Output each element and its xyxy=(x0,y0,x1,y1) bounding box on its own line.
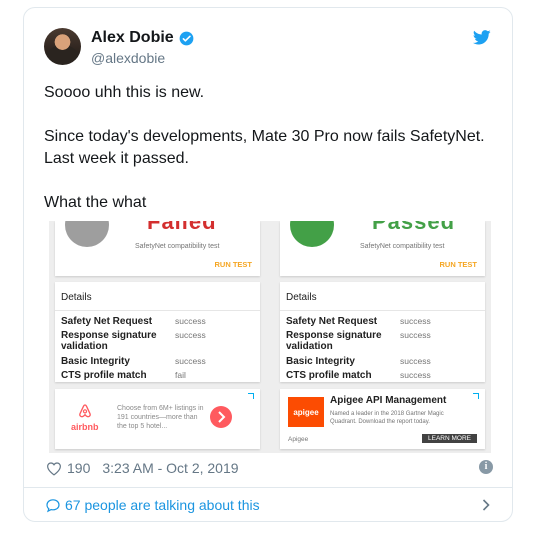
details-title: Details xyxy=(286,292,317,303)
detail-value: success xyxy=(175,356,206,366)
like-count[interactable]: 190 xyxy=(67,460,90,476)
compat-label: SafetyNet compatibility test xyxy=(135,243,220,250)
verified-icon xyxy=(179,31,194,45)
detail-label: CTS profile match xyxy=(61,370,147,381)
tweet-card: Alex Dobie @alexdobie Soooo uhh this is … xyxy=(23,7,513,522)
run-test-button[interactable]: RUN TEST xyxy=(440,260,478,269)
detail-label: Response signature validation xyxy=(61,330,157,352)
ad-card[interactable]: airbnb Choose from 6M+ listings in 191 c… xyxy=(55,389,260,449)
run-test-button[interactable]: RUN TEST xyxy=(215,260,253,269)
chevron-right-icon[interactable] xyxy=(482,499,490,511)
status-text: Failed xyxy=(147,221,217,234)
detail-value: success xyxy=(400,330,431,340)
tweet-line-3: Last week it passed. xyxy=(44,150,189,167)
adchoices-icon[interactable] xyxy=(248,393,254,399)
detail-value: success xyxy=(400,356,431,366)
status-text: Passed xyxy=(372,221,456,234)
tweet-media[interactable]: Failed SafetyNet compatibility test RUN … xyxy=(49,221,491,453)
airbnb-brand: airbnb xyxy=(71,422,99,432)
detail-label: Basic Integrity xyxy=(61,356,130,367)
author-name[interactable]: Alex Dobie xyxy=(91,29,174,47)
detail-label: Safety Net Request xyxy=(286,316,378,327)
detail-value: fail xyxy=(175,370,186,380)
tweet-line-1: Soooo uhh this is new. xyxy=(44,84,205,101)
info-icon[interactable]: i xyxy=(479,460,493,474)
status-card: Passed SafetyNet compatibility test RUN … xyxy=(280,221,485,276)
detail-value: success xyxy=(400,370,431,380)
comment-bubble-icon xyxy=(46,498,60,512)
learn-more-button[interactable]: LEARN MORE xyxy=(422,434,477,443)
ad-title: Apigee API Management xyxy=(330,395,447,406)
detail-label: Safety Net Request xyxy=(61,316,153,327)
ad-text: Named a leader in the 2018 Gartner Magic… xyxy=(330,411,444,425)
ad-source: Apigee xyxy=(288,436,309,443)
detail-value: success xyxy=(400,316,431,326)
heart-icon[interactable] xyxy=(46,461,62,476)
conversation-text[interactable]: 67 people are talking about this xyxy=(65,497,260,513)
ad-arrow-button[interactable] xyxy=(210,406,232,428)
author-name-row[interactable]: Alex Dobie xyxy=(91,29,194,47)
detail-label: Basic Integrity xyxy=(286,356,355,367)
twitter-bird-icon[interactable] xyxy=(473,30,491,45)
status-shield-icon xyxy=(65,221,109,247)
conversation-link[interactable]: 67 people are talking about this xyxy=(24,487,512,522)
detail-label: Response signature validation xyxy=(286,330,382,352)
screenshot-failed: Failed SafetyNet compatibility test RUN … xyxy=(55,221,260,453)
details-card: Details Safety Net Request success Respo… xyxy=(280,282,485,382)
apigee-logo: apigee xyxy=(288,397,324,427)
detail-label: CTS profile match xyxy=(286,370,372,381)
tweet-meta: 190 3:23 AM - Oct 2, 2019 i xyxy=(46,458,493,478)
ad-card[interactable]: apigee Apigee API Management Named a lea… xyxy=(280,389,485,449)
detail-value: success xyxy=(175,330,206,340)
compat-label: SafetyNet compatibility test xyxy=(360,243,445,250)
details-card: Details Safety Net Request success Respo… xyxy=(55,282,260,382)
details-title: Details xyxy=(61,292,92,303)
detail-value: success xyxy=(175,316,206,326)
adchoices-icon[interactable] xyxy=(473,393,479,399)
status-shield-icon xyxy=(290,221,334,247)
avatar[interactable] xyxy=(44,28,81,65)
airbnb-logo-icon xyxy=(79,404,91,418)
timestamp[interactable]: 3:23 AM - Oct 2, 2019 xyxy=(102,460,238,476)
ad-text: Choose from 6M+ listings in 191 countrie… xyxy=(117,405,204,430)
author-handle[interactable]: @alexdobie xyxy=(91,50,165,66)
tweet-text: Soooo uhh this is new. Since today's dev… xyxy=(44,82,499,214)
status-card: Failed SafetyNet compatibility test RUN … xyxy=(55,221,260,276)
screenshot-passed: Passed SafetyNet compatibility test RUN … xyxy=(280,221,485,453)
tweet-line-2: Since today's developments, Mate 30 Pro … xyxy=(44,128,485,145)
tweet-line-4: What the what xyxy=(44,194,147,211)
